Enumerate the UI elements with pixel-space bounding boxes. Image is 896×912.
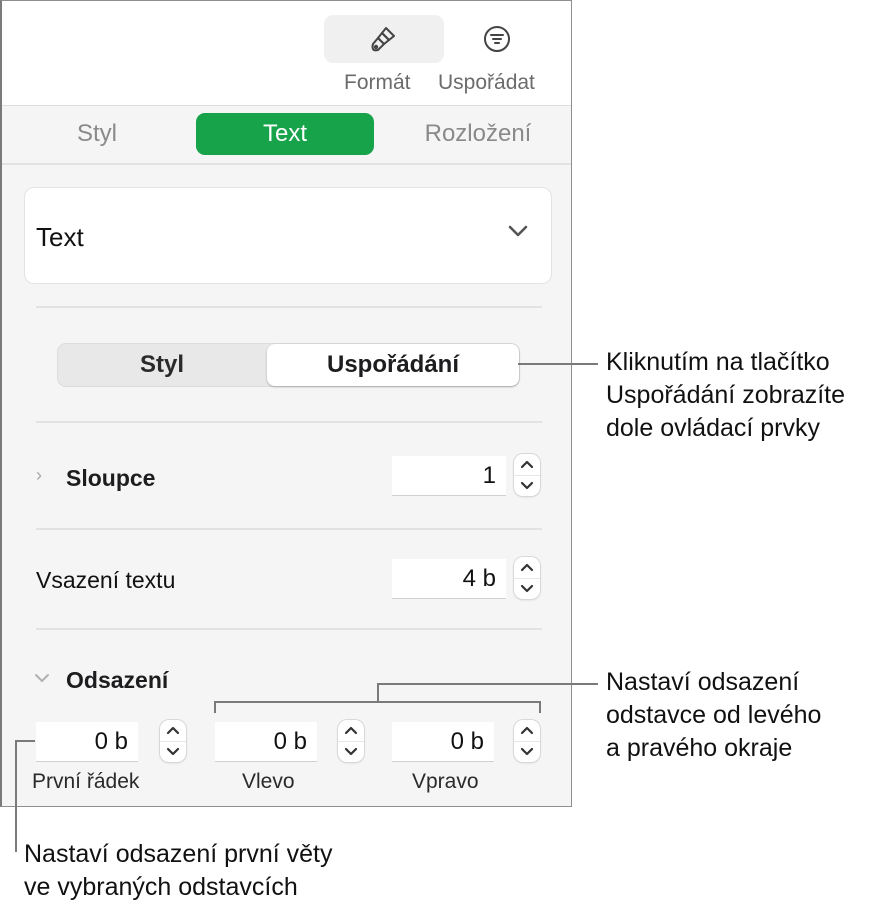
callout-bracket — [214, 701, 216, 713]
callout-line: odstavce od levého — [606, 701, 822, 729]
tab-bar: Styl Text Rozložení — [2, 106, 571, 165]
callout-first-line-indent: Nastaví odsazení první věty ve vybraných… — [24, 838, 332, 904]
format-sidebar: Formát Uspořádat Styl Text Rozložení Tex… — [0, 0, 572, 807]
columns-label: Sloupce — [66, 465, 156, 491]
chevron-right-icon[interactable]: › — [36, 465, 42, 486]
divider — [36, 306, 542, 308]
tab-text[interactable]: Text — [196, 113, 374, 155]
divider — [36, 528, 542, 530]
callout-line: Kliknutím na tlačítko — [606, 348, 830, 376]
right-indent-input[interactable]: 0 b — [392, 722, 494, 762]
stepper-down-icon[interactable] — [514, 578, 540, 599]
stepper-up-icon[interactable] — [514, 720, 540, 742]
callout-leader-line — [518, 363, 598, 365]
stepper-up-icon[interactable] — [160, 720, 186, 742]
callout-line: Uspořádání zobrazíte — [606, 381, 846, 409]
first-line-indent-input[interactable]: 0 b — [36, 722, 138, 762]
callout-line: dole ovládací prvky — [606, 414, 821, 442]
arrange-label: Uspořádat — [438, 71, 535, 94]
stepper-down-icon[interactable] — [338, 741, 364, 762]
tab-style[interactable]: Styl — [42, 113, 152, 155]
segment-style[interactable]: Styl — [58, 344, 266, 386]
paintbrush-icon — [371, 27, 395, 52]
callout-line: Nastaví odsazení — [606, 668, 800, 696]
left-indent-stepper[interactable] — [338, 720, 364, 762]
format-label: Formát — [344, 71, 411, 94]
arrange-button[interactable] — [437, 15, 557, 63]
arrange-icon — [484, 26, 510, 52]
left-indent-input[interactable]: 0 b — [215, 722, 317, 762]
divider — [36, 421, 542, 423]
stepper-up-icon[interactable] — [514, 557, 540, 579]
first-line-indent-stepper[interactable] — [160, 720, 186, 762]
right-indent-label: Vpravo — [412, 770, 479, 793]
right-indent-stepper[interactable] — [514, 720, 540, 762]
stepper-down-icon[interactable] — [514, 475, 540, 496]
first-line-label: První řádek — [32, 770, 140, 793]
text-inset-stepper[interactable] — [514, 557, 540, 599]
callout-line: ve vybraných odstavcích — [24, 873, 298, 901]
callout-leader-line — [377, 683, 379, 703]
callout-bracket — [539, 701, 541, 713]
chevron-down-icon[interactable] — [34, 672, 50, 684]
callout-leader-line — [15, 740, 35, 742]
callout-leader-line — [377, 683, 598, 685]
text-inset-label: Vsazení textu — [36, 567, 176, 593]
callout-left-right-indent: Nastaví odsazení odstavce od levého a pr… — [606, 666, 821, 765]
tab-layout[interactable]: Rozložení — [398, 113, 558, 155]
paragraph-style-dropdown[interactable]: Text — [24, 187, 552, 284]
callout-leader-line — [15, 740, 17, 852]
callout-line: a pravého okraje — [606, 734, 793, 762]
indents-label: Odsazení — [66, 667, 169, 693]
stepper-down-icon[interactable] — [514, 741, 540, 762]
stepper-up-icon[interactable] — [338, 720, 364, 742]
callout-layout-button: Kliknutím na tlačítko Uspořádání zobrazí… — [606, 346, 845, 445]
text-inset-input[interactable]: 4 b — [392, 559, 506, 599]
stepper-up-icon[interactable] — [514, 454, 540, 476]
divider — [36, 628, 542, 630]
paragraph-style-value: Text — [36, 222, 84, 252]
stepper-down-icon[interactable] — [160, 741, 186, 762]
style-layout-segmented-control: Styl Uspořádání — [57, 343, 520, 387]
chevron-down-icon — [508, 225, 528, 237]
columns-input[interactable]: 1 — [392, 456, 506, 496]
inspector-toolbar: Formát Uspořádat — [2, 1, 571, 106]
left-indent-label: Vlevo — [242, 770, 295, 793]
columns-stepper[interactable] — [514, 454, 540, 496]
segment-layout[interactable]: Uspořádání — [267, 344, 519, 386]
format-button[interactable] — [324, 15, 444, 63]
callout-line: Nastaví odsazení první věty — [24, 840, 333, 868]
